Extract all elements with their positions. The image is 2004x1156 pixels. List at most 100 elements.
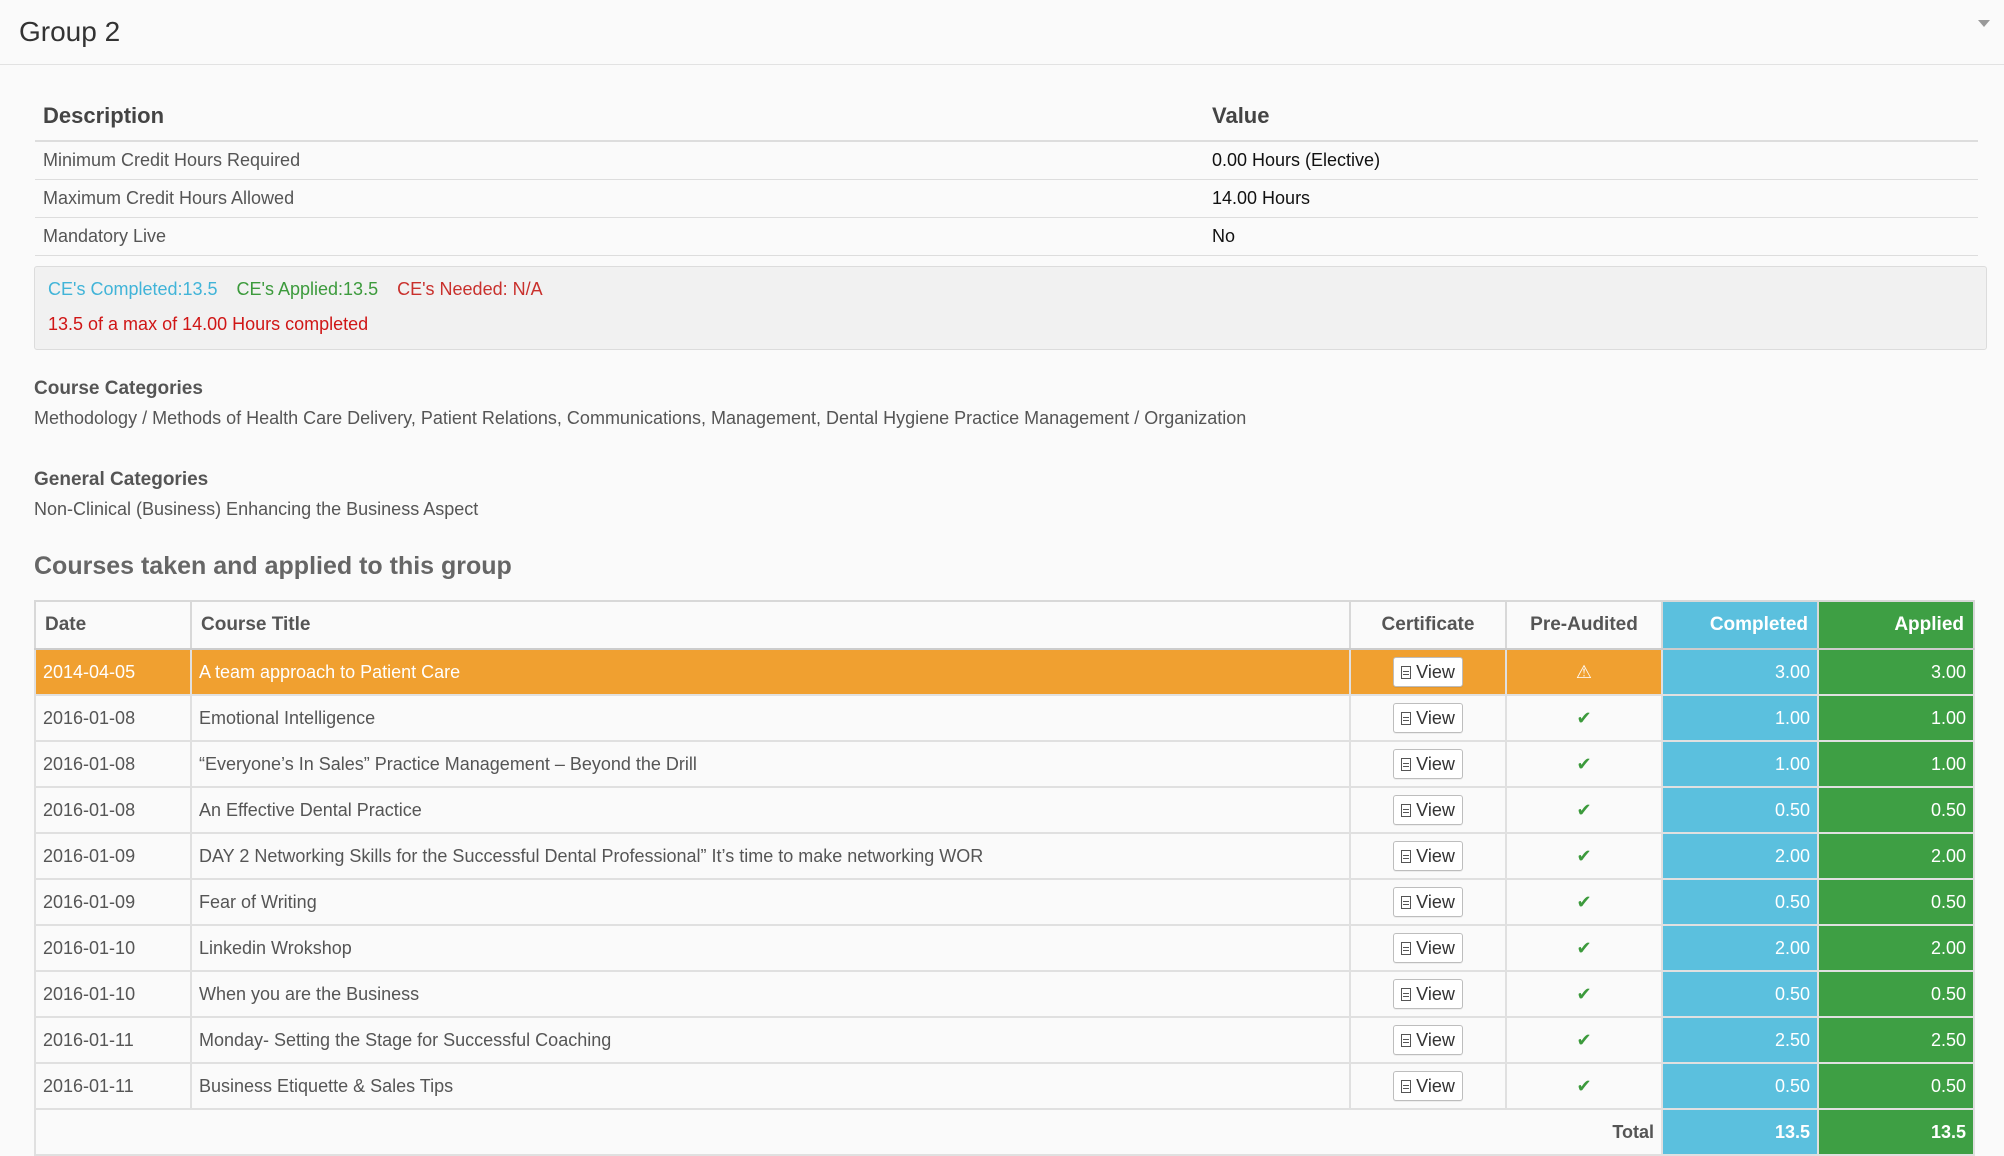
file-icon bbox=[1401, 895, 1412, 909]
course-date: 2016-01-09 bbox=[34, 832, 192, 880]
view-label: View bbox=[1416, 1029, 1455, 1050]
table-row: 2016-01-10 Linkedin Wrokshop View ✔ 2.00… bbox=[34, 924, 1975, 972]
view-certificate-button[interactable]: View bbox=[1393, 1025, 1463, 1055]
check-icon: ✔ bbox=[1576, 983, 1592, 1004]
view-label: View bbox=[1416, 937, 1455, 958]
completed-value: 1.00 bbox=[1661, 740, 1819, 788]
view-label: View bbox=[1416, 983, 1455, 1004]
pre-audited-header: Pre-Audited bbox=[1505, 600, 1663, 650]
table-row: 2016-01-10 When you are the Business Vie… bbox=[34, 970, 1975, 1018]
certificate-cell: View bbox=[1349, 786, 1507, 834]
panel-header[interactable]: Group 2 bbox=[0, 0, 2004, 65]
pre-audited-cell: ✔ bbox=[1505, 878, 1663, 926]
course-date: 2016-01-11 bbox=[34, 1016, 192, 1064]
certificate-cell: View bbox=[1349, 970, 1507, 1018]
view-certificate-button[interactable]: View bbox=[1393, 657, 1463, 687]
row-value: 0.00 Hours (Elective) bbox=[1204, 141, 1978, 180]
applied-value: 0.50 bbox=[1817, 786, 1975, 834]
table-row: 2016-01-08 Emotional Intelligence View ✔… bbox=[34, 694, 1975, 742]
applied-value: 2.00 bbox=[1817, 924, 1975, 972]
view-label: View bbox=[1416, 799, 1455, 820]
completed-value: 2.50 bbox=[1661, 1016, 1819, 1064]
check-icon: ✔ bbox=[1576, 799, 1592, 820]
file-icon bbox=[1401, 665, 1412, 679]
row-value: 14.00 Hours bbox=[1204, 179, 1978, 218]
table-row: Mandatory Live No bbox=[35, 217, 1978, 256]
view-certificate-button[interactable]: View bbox=[1393, 841, 1463, 871]
general-categories-title: General Categories bbox=[34, 469, 209, 490]
check-icon: ✔ bbox=[1576, 891, 1592, 912]
view-label: View bbox=[1416, 661, 1455, 682]
row-description: Maximum Credit Hours Allowed bbox=[35, 179, 1204, 218]
applied-value: 0.50 bbox=[1817, 1062, 1975, 1110]
value-header: Value bbox=[1204, 92, 1978, 142]
certificate-cell: View bbox=[1349, 878, 1507, 926]
file-icon bbox=[1401, 987, 1412, 1001]
file-icon bbox=[1401, 757, 1412, 771]
completed-value: 2.00 bbox=[1661, 924, 1819, 972]
course-date: 2016-01-08 bbox=[34, 694, 192, 742]
view-certificate-button[interactable]: View bbox=[1393, 1071, 1463, 1101]
requirements-table: Description Value Minimum Credit Hours R… bbox=[35, 92, 1978, 256]
applied-value: 1.00 bbox=[1817, 694, 1975, 742]
applied-value: 2.50 bbox=[1817, 1016, 1975, 1064]
table-row: Minimum Credit Hours Required 0.00 Hours… bbox=[35, 141, 1978, 180]
completed-header: Completed bbox=[1661, 600, 1819, 650]
table-row: 2016-01-09 Fear of Writing View ✔ 0.50 0… bbox=[34, 878, 1975, 926]
completed-value: 0.50 bbox=[1661, 1062, 1819, 1110]
table-row: Maximum Credit Hours Allowed 14.00 Hours bbox=[35, 179, 1978, 218]
view-certificate-button[interactable]: View bbox=[1393, 749, 1463, 779]
table-row: 2016-01-11 Business Etiquette & Sales Ti… bbox=[34, 1062, 1975, 1110]
table-row: 2016-01-08 “Everyone’s In Sales” Practic… bbox=[34, 740, 1975, 788]
course-date: 2014-04-05 bbox=[34, 648, 192, 696]
check-icon: ✔ bbox=[1576, 845, 1592, 866]
view-certificate-button[interactable]: View bbox=[1393, 795, 1463, 825]
view-certificate-button[interactable]: View bbox=[1393, 933, 1463, 963]
certificate-cell: View bbox=[1349, 832, 1507, 880]
chevron-down-icon[interactable] bbox=[1978, 20, 1990, 27]
certificate-cell: View bbox=[1349, 1062, 1507, 1110]
warning-icon: ⚠ bbox=[1575, 661, 1593, 682]
pre-audited-cell: ✔ bbox=[1505, 1062, 1663, 1110]
ce-applied-text: CE's Applied:13.5 bbox=[236, 279, 379, 299]
general-categories-text: Non-Clinical (Business) Enhancing the Bu… bbox=[34, 499, 479, 519]
view-certificate-button[interactable]: View bbox=[1393, 979, 1463, 1009]
pre-audited-cell: ✔ bbox=[1505, 740, 1663, 788]
course-date: 2016-01-08 bbox=[34, 740, 192, 788]
view-certificate-button[interactable]: View bbox=[1393, 703, 1463, 733]
course-title: Linkedin Wrokshop bbox=[190, 924, 1351, 972]
pre-audited-cell: ✔ bbox=[1505, 694, 1663, 742]
date-header: Date bbox=[34, 600, 192, 650]
description-header: Description bbox=[35, 92, 1204, 142]
courses-heading: Courses taken and applied to this group bbox=[34, 552, 512, 580]
total-completed-value: 13.5 bbox=[1661, 1108, 1819, 1156]
row-description: Minimum Credit Hours Required bbox=[35, 141, 1204, 180]
completed-value: 2.00 bbox=[1661, 832, 1819, 880]
total-label: Total bbox=[34, 1108, 1663, 1156]
course-categories-title: Course Categories bbox=[34, 378, 203, 399]
course-date: 2016-01-09 bbox=[34, 878, 192, 926]
view-label: View bbox=[1416, 891, 1455, 912]
course-date: 2016-01-10 bbox=[34, 924, 192, 972]
file-icon bbox=[1401, 941, 1412, 955]
file-icon bbox=[1401, 1079, 1412, 1093]
check-icon: ✔ bbox=[1576, 753, 1592, 774]
panel-body: Description Value Minimum Credit Hours R… bbox=[0, 92, 2004, 1156]
completed-value: 0.50 bbox=[1661, 970, 1819, 1018]
course-date: 2016-01-08 bbox=[34, 786, 192, 834]
view-certificate-button[interactable]: View bbox=[1393, 887, 1463, 917]
file-icon bbox=[1401, 849, 1412, 863]
check-icon: ✔ bbox=[1576, 1029, 1592, 1050]
pre-audited-cell: ✔ bbox=[1505, 970, 1663, 1018]
course-categories-text: Methodology / Methods of Health Care Del… bbox=[34, 408, 1247, 428]
view-label: View bbox=[1416, 753, 1455, 774]
total-applied-value: 13.5 bbox=[1817, 1108, 1975, 1156]
pre-audited-cell: ✔ bbox=[1505, 1016, 1663, 1064]
course-title: Emotional Intelligence bbox=[190, 694, 1351, 742]
panel-title: Group 2 bbox=[19, 16, 121, 47]
table-row: 2016-01-11 Monday- Setting the Stage for… bbox=[34, 1016, 1975, 1064]
course-title: When you are the Business bbox=[190, 970, 1351, 1018]
view-label: View bbox=[1416, 845, 1455, 866]
course-title: Business Etiquette & Sales Tips bbox=[190, 1062, 1351, 1110]
applied-value: 2.00 bbox=[1817, 832, 1975, 880]
